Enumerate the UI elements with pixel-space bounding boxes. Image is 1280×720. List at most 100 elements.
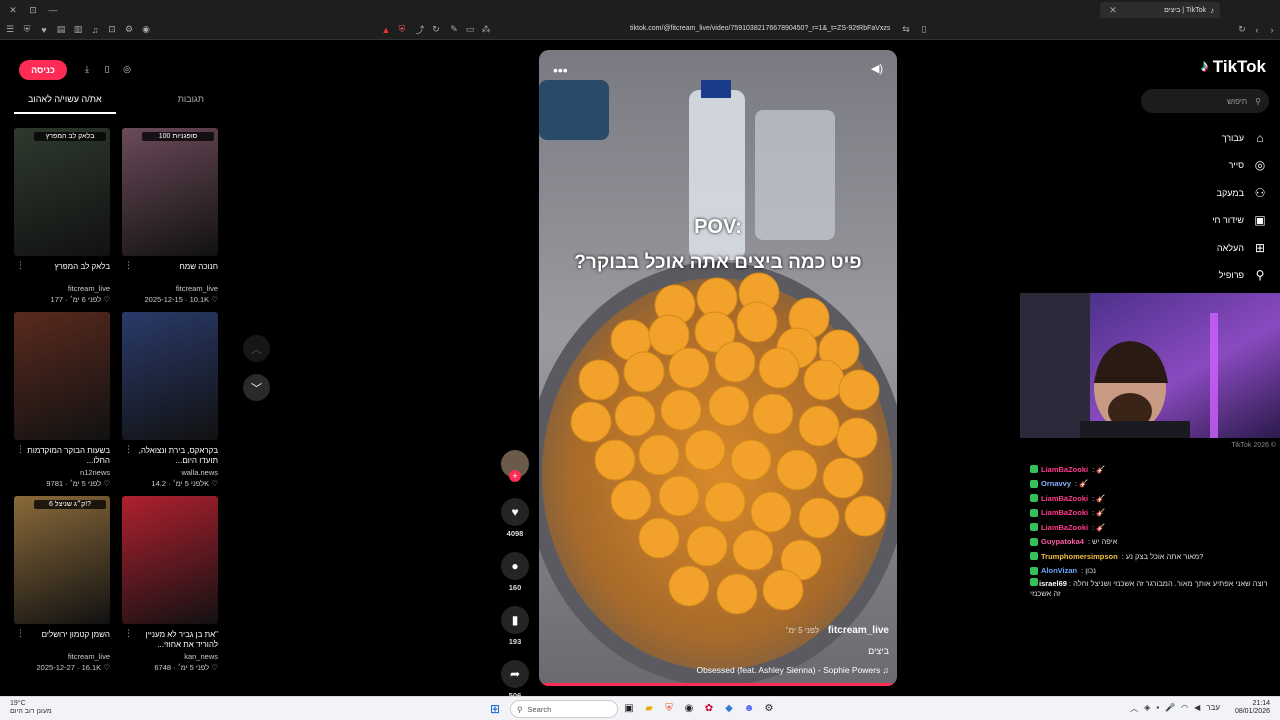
- minimize-icon[interactable]: —: [46, 3, 60, 17]
- browser-tab[interactable]: ✕ ביצים | TikTok ♪: [1100, 2, 1220, 18]
- card-title[interactable]: בקראקס, בירת ונצואלה, תועדו היום...: [122, 446, 218, 466]
- phone-icon[interactable]: ▯: [100, 62, 114, 76]
- audio-icon[interactable]: ◉: [139, 23, 153, 37]
- video-thumbnail[interactable]: [14, 312, 110, 440]
- chat-username[interactable]: LiamBaZooki: [1041, 494, 1088, 503]
- close-tab-icon[interactable]: ✕: [1106, 3, 1120, 17]
- windows-start-icon[interactable]: ⊞: [490, 702, 502, 716]
- share-icon[interactable]: ⤴: [413, 23, 427, 37]
- sidebar-icon[interactable]: ▥: [71, 23, 85, 37]
- forward-icon[interactable]: ›: [1265, 23, 1279, 37]
- discord-icon[interactable]: ☻: [742, 701, 756, 715]
- video-card[interactable]: 100 סופגניות ⋮ חנוכה שמח fitcream_live 2025-…: [122, 128, 218, 312]
- more-vertical-icon[interactable]: ⋮: [124, 628, 133, 639]
- tiktok-logo[interactable]: ♪ TikTok: [1201, 57, 1266, 77]
- video-card[interactable]: 6 ק״ג שניצל!? ⋮ השמן קטמון ירושלים fitcream…: [14, 496, 110, 680]
- card-author[interactable]: fitcream_live: [14, 652, 110, 661]
- tab-comments[interactable]: תגובות: [164, 94, 218, 114]
- bookmark-save-icon[interactable]: ▮: [501, 606, 529, 634]
- wand-icon[interactable]: ⁂: [479, 23, 493, 37]
- video-thumbnail[interactable]: [122, 312, 218, 440]
- video-card[interactable]: ⋮ בשעות הבוקר המוקדמות החלו... n12news לפני…: [14, 312, 110, 496]
- card-author[interactable]: n12news: [14, 468, 110, 477]
- app-blue-icon[interactable]: ◆: [722, 701, 736, 715]
- url-field[interactable]: tiktok.com/@fitcream_live/video/75910382…: [630, 25, 890, 32]
- reload-alt-icon[interactable]: ↻: [429, 23, 443, 37]
- video-card[interactable]: ⋮ בקראקס, בירת ונצואלה, תועדו היום... wall…: [122, 312, 218, 496]
- extensions-icon[interactable]: ⚙: [122, 23, 136, 37]
- nav-item[interactable]: סייר ◎: [1150, 152, 1268, 180]
- comment-icon[interactable]: ●: [501, 552, 529, 580]
- tray-app-icon[interactable]: ◈: [1144, 703, 1150, 714]
- card-author[interactable]: kan_news: [122, 652, 218, 661]
- task-view-icon[interactable]: ▣: [622, 701, 636, 715]
- nav-item[interactable]: עבורך ⌂: [1150, 124, 1268, 152]
- next-video-button[interactable]: ﹀: [243, 374, 270, 401]
- menu-icon[interactable]: ☰: [3, 23, 17, 37]
- brave-shield-icon[interactable]: ⛨: [395, 23, 409, 37]
- back-icon[interactable]: ‹: [1250, 23, 1264, 37]
- card-author[interactable]: walla.news: [122, 468, 218, 477]
- screenshot-icon[interactable]: ⊡: [105, 23, 119, 37]
- comment-action[interactable]: ● 160: [498, 552, 532, 592]
- file-explorer-icon[interactable]: ▰: [642, 701, 656, 715]
- brave-browser-icon[interactable]: ⛨: [662, 701, 676, 715]
- bookmark-page-icon[interactable]: ▯: [917, 23, 931, 37]
- download-icon[interactable]: ⤓: [80, 62, 94, 76]
- steam-icon[interactable]: ◉: [682, 701, 696, 715]
- share-action[interactable]: ➦ 506: [498, 660, 532, 700]
- follow-plus-icon[interactable]: +: [509, 470, 521, 482]
- chat-username[interactable]: LiamBaZooki: [1041, 523, 1088, 532]
- like-heart-icon[interactable]: ♥: [501, 498, 529, 526]
- more-vertical-icon[interactable]: ⋮: [124, 260, 133, 271]
- share-arrow-icon[interactable]: ➦: [501, 660, 529, 688]
- card-title[interactable]: השמן קטמון ירושלים: [14, 630, 110, 650]
- search-input[interactable]: חיפוש ⚲: [1141, 89, 1269, 113]
- video-thumbnail[interactable]: 100 סופגניות: [122, 128, 218, 256]
- video-player[interactable]: ••• ◀) POV: פיט כמה ביצים אתה אוכל בבוקר…: [539, 50, 897, 686]
- taskbar-clock[interactable]: 21:14 08/01/2026: [1235, 700, 1270, 716]
- more-options-icon[interactable]: •••: [553, 62, 568, 78]
- more-vertical-icon[interactable]: ⋮: [16, 444, 25, 455]
- save-action[interactable]: ▮ 193: [498, 606, 532, 646]
- tray-chevron-icon[interactable]: ︿: [1130, 703, 1138, 714]
- maximize-icon[interactable]: ⊡: [26, 3, 40, 17]
- video-progress-bar[interactable]: [539, 683, 897, 686]
- search-icon[interactable]: ⚲: [1255, 97, 1261, 106]
- card-title[interactable]: "את בן גביר לא מעניין להוריד את אחוזי...: [122, 630, 218, 650]
- chat-username[interactable]: Guypatoka4: [1041, 537, 1084, 546]
- mic-icon[interactable]: 🎤: [1165, 703, 1175, 714]
- more-vertical-icon[interactable]: ⋮: [124, 444, 133, 455]
- cast-icon[interactable]: ▭: [463, 23, 477, 37]
- nav-item[interactable]: במעקב ⚇: [1150, 179, 1268, 207]
- close-window-icon[interactable]: ✕: [6, 3, 20, 17]
- chat-username[interactable]: Ornavvy: [1041, 479, 1071, 488]
- previous-video-button[interactable]: ︿: [243, 335, 270, 362]
- video-music[interactable]: Obsessed (feat. Ashley Sienna) - Sophie …: [696, 665, 889, 675]
- more-vertical-icon[interactable]: ⋮: [16, 628, 25, 639]
- card-title[interactable]: בשעות הבוקר המוקדמות החלו...: [14, 446, 110, 466]
- taskbar-search[interactable]: ⚲ Search: [510, 700, 618, 718]
- tab-you-may-like[interactable]: את/ה עשוי/ה לאהוב: [14, 94, 116, 114]
- card-author[interactable]: fitcream_live: [122, 284, 218, 293]
- warning-icon[interactable]: ▲: [379, 23, 393, 37]
- nav-item[interactable]: העלאה ⊞: [1150, 234, 1268, 262]
- video-thumbnail[interactable]: בלאק לב המפרץ: [14, 128, 110, 256]
- chat-username[interactable]: Trumphomersimpson: [1041, 552, 1118, 561]
- shield-icon[interactable]: ⛨: [20, 23, 34, 37]
- video-card[interactable]: בלאק לב המפרץ ⋮ בלאק לב המפרץ fitcream_live…: [14, 128, 110, 312]
- nav-item[interactable]: פרופיל ⚲: [1150, 262, 1268, 290]
- music-icon[interactable]: ♫: [88, 23, 102, 37]
- chat-username[interactable]: AlonVizan: [1041, 566, 1077, 575]
- refresh-icon[interactable]: ↻: [1235, 23, 1249, 37]
- language-indicator[interactable]: עבר: [1206, 703, 1220, 714]
- wifi-icon[interactable]: ◠: [1181, 703, 1188, 714]
- video-thumbnail[interactable]: [122, 496, 218, 624]
- pen-icon[interactable]: ✎: [447, 23, 461, 37]
- weather-widget[interactable]: 19°C מעונן רוב היום: [10, 700, 52, 716]
- volume-tray-icon[interactable]: ◀: [1194, 703, 1200, 714]
- compass-small-icon[interactable]: ◎: [120, 62, 134, 76]
- video-thumbnail[interactable]: 6 ק״ג שניצל!?: [14, 496, 110, 624]
- chat-username[interactable]: LiamBaZooki: [1041, 508, 1088, 517]
- video-card[interactable]: ⋮ "את בן גביר לא מעניין להוריד את אחוזי..…: [122, 496, 218, 680]
